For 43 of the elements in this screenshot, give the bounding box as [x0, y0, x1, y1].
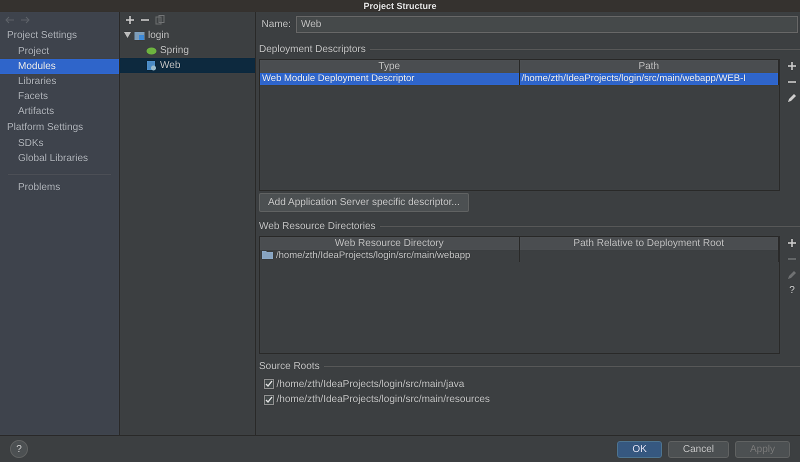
column-header: Path Relative to Deployment Root	[520, 236, 779, 250]
sidebar-heading: Platform Settings	[6, 120, 84, 134]
table-cell: /home/zth/IdeaProjects/login/src/main/webapp/WEB-I	[522, 72, 746, 84]
add-icon[interactable]	[125, 15, 135, 25]
add-icon[interactable]	[787, 238, 797, 248]
tree-item[interactable]: Web	[160, 58, 180, 72]
sidebar-item[interactable]: SDKs	[0, 136, 119, 150]
leaf-icon	[146, 44, 157, 56]
column-header: Web Resource Directory	[260, 236, 520, 250]
table-cell: /home/zth/IdeaProjects/login/src/main/webapp	[276, 250, 470, 260]
sidebar-item[interactable]: Project	[0, 44, 119, 58]
field-label: Name:	[262, 18, 291, 31]
sidebar-item[interactable]: Facets	[0, 88, 119, 104]
dialog-button[interactable]: Cancel	[668, 440, 729, 458]
tree-item[interactable]: Spring	[160, 44, 189, 56]
help-button[interactable]: ?	[10, 440, 28, 458]
expand-arrow-icon[interactable]	[124, 32, 131, 38]
web-module-icon	[146, 60, 157, 70]
table-cell: Web Module Deployment Descriptor	[262, 72, 414, 84]
sidebar-item[interactable]: Libraries	[0, 74, 119, 88]
sidebar-heading: Project Settings	[6, 28, 78, 42]
sidebar-item[interactable]: Global Libraries	[0, 150, 119, 166]
checkbox[interactable]	[264, 379, 274, 389]
table-row[interactable]: /home/zth/IdeaProjects/login/src/main/webapp	[260, 250, 779, 262]
section-heading: Web Resource Directories	[259, 220, 376, 233]
tree-item[interactable]: login	[148, 28, 170, 42]
checkbox[interactable]	[264, 394, 274, 404]
source-root-path: /home/zth/IdeaProjects/login/src/main/java	[276, 378, 464, 390]
help-button[interactable]: ?	[789, 286, 795, 296]
sidebar-item[interactable]: Problems	[0, 180, 119, 194]
dialog-button[interactable]: OK	[617, 440, 662, 458]
folder-icon	[134, 30, 145, 40]
add-descriptor-button[interactable]: Add Application Server specific descriptor...	[259, 193, 469, 212]
pencil-icon[interactable]	[787, 92, 797, 102]
sidebar-item[interactable]: Modules	[0, 58, 119, 74]
section-heading: Source Roots	[259, 360, 320, 372]
name-field[interactable]: Web	[296, 16, 798, 33]
section-heading: Deployment Descriptors	[259, 43, 366, 56]
add-icon[interactable]	[787, 60, 797, 70]
source-root-path: /home/zth/IdeaProjects/login/src/main/resources	[276, 393, 490, 406]
window-title: Project Structure	[363, 0, 437, 12]
table-row[interactable]: Web Module Deployment Descriptor /home/zth/IdeaProjects/login/src/main/webapp/WEB-I	[260, 72, 779, 85]
sidebar-item[interactable]: Artifacts	[0, 104, 119, 118]
